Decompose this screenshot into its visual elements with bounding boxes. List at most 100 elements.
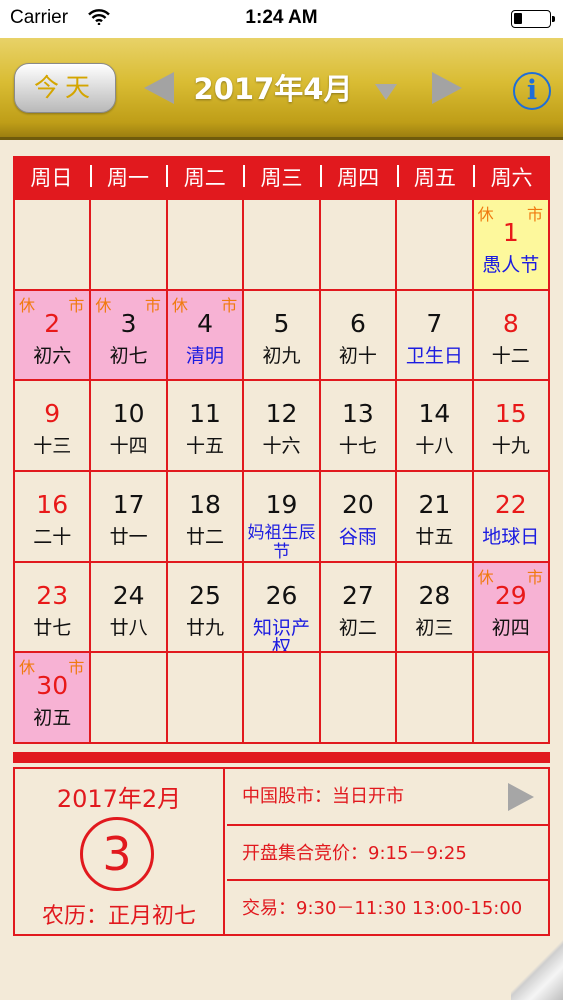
weekday-header: 周日 周一 周二 周三 周四 周五 周六 bbox=[13, 156, 550, 198]
lunar-label: 谷雨 bbox=[338, 525, 377, 548]
day-number: 5 bbox=[273, 308, 290, 338]
day-cell[interactable]: 13 十七 bbox=[320, 381, 396, 470]
day-cell[interactable]: 休 市 30 初五 bbox=[15, 653, 90, 742]
day-number: 4 bbox=[197, 308, 214, 338]
play-icon[interactable] bbox=[508, 783, 534, 811]
day-cell[interactable]: 26 知识产权 bbox=[244, 562, 319, 652]
day-number: 28 bbox=[418, 580, 451, 610]
day-number: 14 bbox=[418, 399, 451, 429]
day-number: 24 bbox=[112, 580, 145, 610]
clock: 1:24 AM bbox=[245, 7, 318, 28]
day-cell[interactable]: 9 十三 bbox=[15, 381, 90, 470]
day-cell[interactable]: 20 谷雨 bbox=[320, 471, 396, 561]
day-cell[interactable]: 休 市 3 初七 bbox=[91, 290, 166, 380]
day-cell[interactable]: 休 市 2 初六 bbox=[15, 290, 90, 380]
next-month-icon[interactable] bbox=[432, 72, 462, 104]
day-number: 30 bbox=[36, 671, 69, 701]
auction-time: 开盘集合竞价：9:15－9:25 bbox=[242, 843, 467, 864]
status-bar: Carrier 1:24 AM bbox=[0, 0, 563, 38]
selected-date: 2017年2月 3 农历：正月初七 bbox=[15, 769, 225, 934]
lunar-label: 十五 bbox=[186, 435, 225, 458]
day-cell[interactable]: 16 二十 bbox=[15, 471, 90, 561]
day-cell[interactable]: 14 十八 bbox=[397, 381, 472, 470]
empty-cell bbox=[167, 653, 243, 742]
day-number: 21 bbox=[418, 489, 451, 519]
day-cell[interactable]: 休 市 29 初四 bbox=[473, 562, 548, 652]
day-cell[interactable]: 25 廿九 bbox=[167, 562, 243, 652]
day-number: 20 bbox=[342, 489, 374, 519]
lunar-label: 廿二 bbox=[186, 525, 225, 548]
day-number: 18 bbox=[189, 489, 221, 519]
previous-month-icon[interactable] bbox=[144, 72, 174, 104]
lunar-label: 十七 bbox=[338, 435, 377, 458]
day-cell[interactable]: 21 廿五 bbox=[397, 471, 472, 561]
lunar-label: 初七 bbox=[109, 344, 148, 367]
day-grid: 休 市 1 愚人节 休 市 2 初六 休 市 3 初七 休 市 4 清明 5 初… bbox=[15, 200, 548, 742]
market-info: 中国股市：当日开市 开盘集合竞价：9:15－9:25 交易：9:30－11:30… bbox=[227, 769, 548, 934]
day-number: 26 bbox=[265, 580, 298, 610]
day-number: 19 bbox=[265, 489, 298, 519]
weekday-wed: 周三 bbox=[243, 162, 320, 192]
day-number: 10 bbox=[112, 399, 145, 429]
weekday-thu: 周四 bbox=[319, 162, 397, 192]
day-cell[interactable]: 15 十九 bbox=[473, 381, 548, 470]
lunar-label: 十九 bbox=[491, 435, 530, 458]
empty-cell bbox=[397, 200, 472, 289]
day-cell[interactable]: 11 十五 bbox=[167, 381, 243, 470]
empty-cell bbox=[244, 653, 319, 742]
lunar-label: 清明 bbox=[186, 344, 225, 367]
today-button[interactable]: 今天 bbox=[14, 63, 116, 113]
day-cell[interactable]: 27 初二 bbox=[320, 562, 396, 652]
lunar-label: 廿一 bbox=[109, 525, 148, 548]
day-cell[interactable]: 8 十二 bbox=[473, 290, 548, 380]
day-cell[interactable]: 休 市 1 愚人节 bbox=[473, 200, 548, 289]
page-curl-icon[interactable] bbox=[511, 940, 563, 1000]
day-number: 15 bbox=[494, 399, 527, 429]
day-cell[interactable]: 24 廿八 bbox=[91, 562, 166, 652]
lunar-label: 知识产权 bbox=[252, 616, 310, 652]
lunar-label: 十三 bbox=[33, 435, 72, 458]
lunar-label: 初十 bbox=[338, 344, 377, 367]
day-number: 2 bbox=[44, 308, 61, 338]
auction-time-row: 开盘集合竞价：9:15－9:25 bbox=[227, 824, 548, 879]
month-title[interactable]: 2017年4月 bbox=[180, 66, 366, 108]
lunar-label: 地球日 bbox=[482, 525, 540, 548]
day-cell[interactable]: 28 初三 bbox=[397, 562, 472, 652]
lunar-label: 十四 bbox=[109, 435, 148, 458]
battery-icon bbox=[511, 10, 555, 28]
day-cell[interactable]: 22 地球日 bbox=[473, 471, 548, 561]
lunar-label: 十二 bbox=[491, 344, 530, 367]
day-cell[interactable]: 休 市 4 清明 bbox=[167, 290, 243, 380]
lunar-label: 初四 bbox=[491, 616, 530, 639]
separator-bar bbox=[13, 752, 550, 763]
day-cell[interactable]: 23 廿七 bbox=[15, 562, 90, 652]
lunar-label: 初六 bbox=[33, 344, 72, 367]
day-number: 6 bbox=[349, 308, 366, 338]
day-cell[interactable]: 6 初十 bbox=[320, 290, 396, 380]
month-dropdown-icon[interactable] bbox=[375, 84, 397, 100]
day-number: 7 bbox=[426, 308, 443, 338]
weekday-sat: 周六 bbox=[473, 162, 550, 192]
lunar-label: 二十 bbox=[33, 525, 72, 548]
day-cell[interactable]: 18 廿二 bbox=[167, 471, 243, 561]
selected-lunar-date: 农历：正月初七 bbox=[41, 904, 196, 929]
lunar-label: 初九 bbox=[262, 344, 301, 367]
day-cell[interactable]: 5 初九 bbox=[244, 290, 319, 380]
market-status: 中国股市：当日开市 bbox=[242, 786, 404, 807]
day-number: 29 bbox=[494, 580, 527, 610]
trading-time: 交易：9:30－11:30 13:00-15:00 bbox=[242, 898, 523, 919]
day-cell[interactable]: 10 十四 bbox=[91, 381, 166, 470]
day-cell[interactable]: 7 卫生日 bbox=[397, 290, 472, 380]
month-calendar: 周日 周一 周二 周三 周四 周五 周六 休 市 1 愚人节 休 市 2 初六 … bbox=[13, 156, 550, 744]
lunar-label: 十八 bbox=[415, 435, 454, 458]
day-number: 23 bbox=[36, 580, 69, 610]
empty-cell bbox=[397, 653, 472, 742]
day-cell[interactable]: 12 十六 bbox=[244, 381, 319, 470]
info-icon[interactable]: i bbox=[513, 72, 551, 110]
lunar-label: 廿五 bbox=[415, 525, 454, 548]
day-cell[interactable]: 17 廿一 bbox=[91, 471, 166, 561]
selected-month: 2017年2月 bbox=[56, 785, 182, 813]
lunar-label: 廿九 bbox=[186, 616, 225, 639]
day-number: 11 bbox=[189, 399, 221, 429]
day-cell[interactable]: 19 妈祖生辰节 bbox=[244, 471, 319, 561]
